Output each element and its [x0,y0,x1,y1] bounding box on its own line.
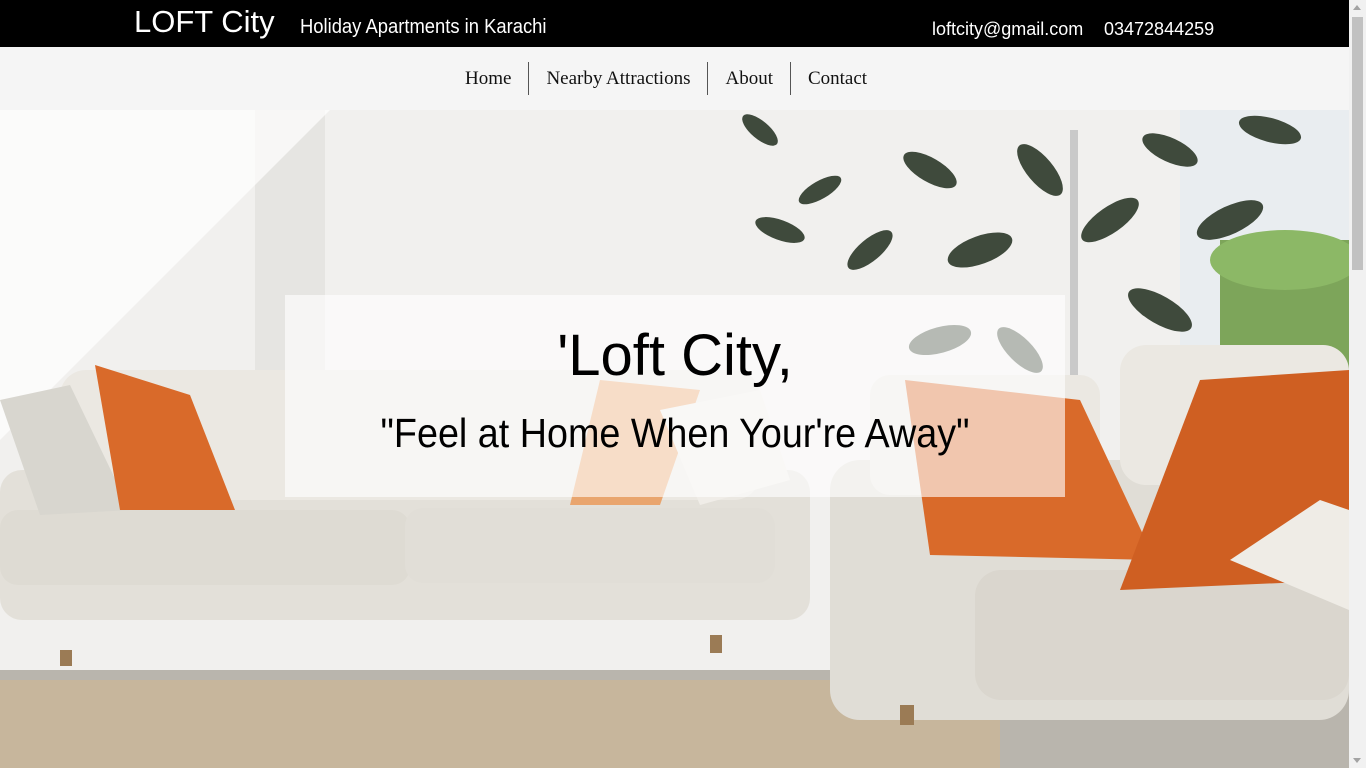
page-scrollbar[interactable] [1349,0,1366,768]
main-navigation: Home Nearby Attractions About Contact [0,47,1349,110]
nav-item-nearby-attractions[interactable]: Nearby Attractions [529,62,707,95]
site-tagline: Holiday Apartments in Karachi [300,16,547,38]
nav-item-contact[interactable]: Contact [791,62,884,95]
nav-item-about[interactable]: About [708,62,790,95]
nav-menu: Home Nearby Attractions About Contact [448,62,884,95]
scroll-up-icon[interactable] [1353,5,1361,10]
contact-email[interactable]: loftcity@gmail.com [932,18,1083,40]
site-brand[interactable]: LOFT City [134,4,275,40]
scroll-down-icon[interactable] [1353,758,1361,763]
hero-subtitle: "Feel at Home When Your're Away" [380,410,970,456]
nav-item-home[interactable]: Home [448,62,528,95]
hero-banner: 'Loft City, "Feel at Home When Your're A… [0,110,1349,768]
scrollbar-thumb[interactable] [1352,17,1363,270]
hero-title: 'Loft City, [557,323,793,388]
contact-phone[interactable]: 03472844259 [1104,18,1214,40]
hero-caption-box: 'Loft City, "Feel at Home When Your're A… [285,295,1065,497]
top-bar: LOFT City Holiday Apartments in Karachi … [0,0,1349,47]
